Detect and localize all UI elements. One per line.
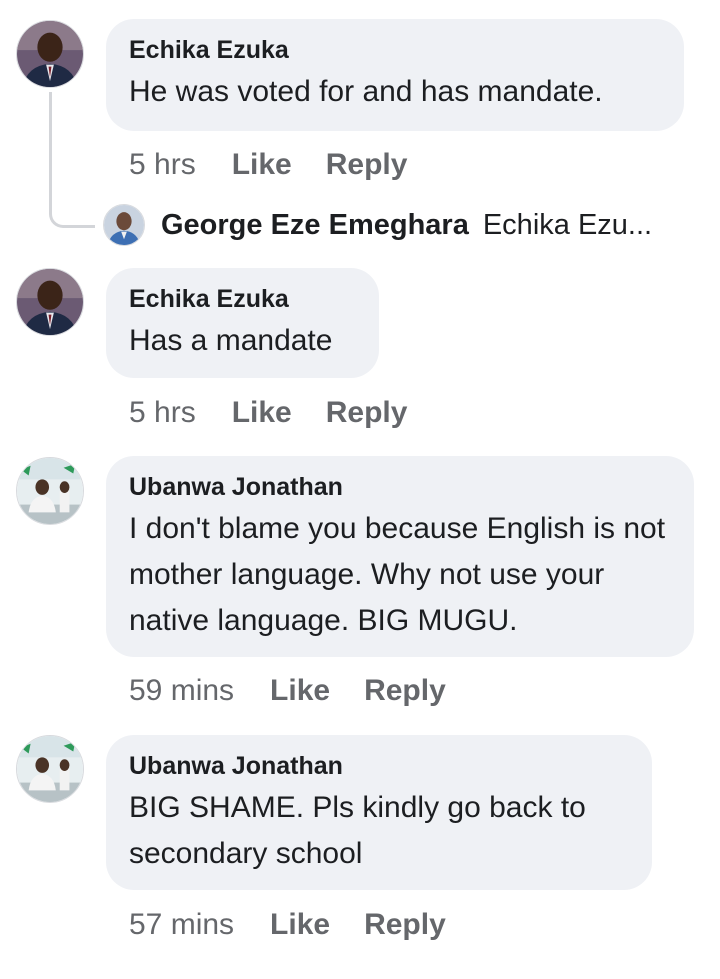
comment-bubble: Ubanwa Jonathan I don't blame you becaus… (106, 456, 694, 657)
comment-time[interactable]: 57 mins (129, 907, 234, 943)
comment-bubble: Echika Ezuka He was voted for and has ma… (106, 19, 684, 131)
comment-time[interactable]: 5 hrs (129, 147, 196, 183)
reply-button[interactable]: Reply (326, 147, 408, 183)
man-avatar-icon (104, 205, 144, 245)
comment-time[interactable]: 5 hrs (129, 395, 196, 431)
avatar[interactable] (103, 204, 145, 246)
comment-author[interactable]: Ubanwa Jonathan (129, 472, 672, 502)
reply-button[interactable]: Reply (364, 907, 446, 943)
thread-connector-line (49, 92, 95, 228)
comment-actions: 5 hrs Like Reply (129, 147, 407, 183)
reply-button[interactable]: Reply (364, 673, 446, 709)
comment-text: He was voted for and has mandate. (129, 75, 603, 108)
comment-text: Has a mandate (129, 324, 333, 357)
avatar[interactable] (16, 735, 84, 803)
comment-time[interactable]: 59 mins (129, 673, 234, 709)
reply-preview[interactable]: George Eze Emeghara Echika Ezu... (103, 204, 652, 246)
reply-author[interactable]: George Eze Emeghara (161, 209, 469, 242)
reply-button[interactable]: Reply (326, 395, 408, 431)
avatar[interactable] (16, 457, 84, 525)
comment-text: BIG SHAME. Pls kindly go back to seconda… (129, 791, 586, 870)
comment-text: I don't blame you because English is not… (129, 512, 666, 637)
comment-bubble: Echika Ezuka Has a mandate (106, 268, 379, 378)
person-outdoors-avatar-icon (17, 736, 83, 802)
like-button[interactable]: Like (270, 907, 330, 943)
like-button[interactable]: Like (232, 147, 292, 183)
person-outdoors-avatar-icon (17, 458, 83, 524)
man-in-suit-avatar-icon (17, 21, 83, 87)
like-button[interactable]: Like (232, 395, 292, 431)
comment-actions: 57 mins Like Reply (129, 907, 446, 943)
reply-snippet: Echika Ezu... (482, 208, 653, 241)
avatar[interactable] (16, 20, 84, 88)
avatar[interactable] (16, 268, 84, 336)
comment-author[interactable]: Echika Ezuka (129, 284, 357, 314)
comment-actions: 59 mins Like Reply (129, 673, 446, 709)
comment-author[interactable]: Ubanwa Jonathan (129, 751, 630, 781)
man-in-suit-avatar-icon (17, 269, 83, 335)
comment-author[interactable]: Echika Ezuka (129, 35, 662, 65)
comment-bubble: Ubanwa Jonathan BIG SHAME. Pls kindly go… (106, 735, 652, 890)
comment-actions: 5 hrs Like Reply (129, 395, 407, 431)
like-button[interactable]: Like (270, 673, 330, 709)
